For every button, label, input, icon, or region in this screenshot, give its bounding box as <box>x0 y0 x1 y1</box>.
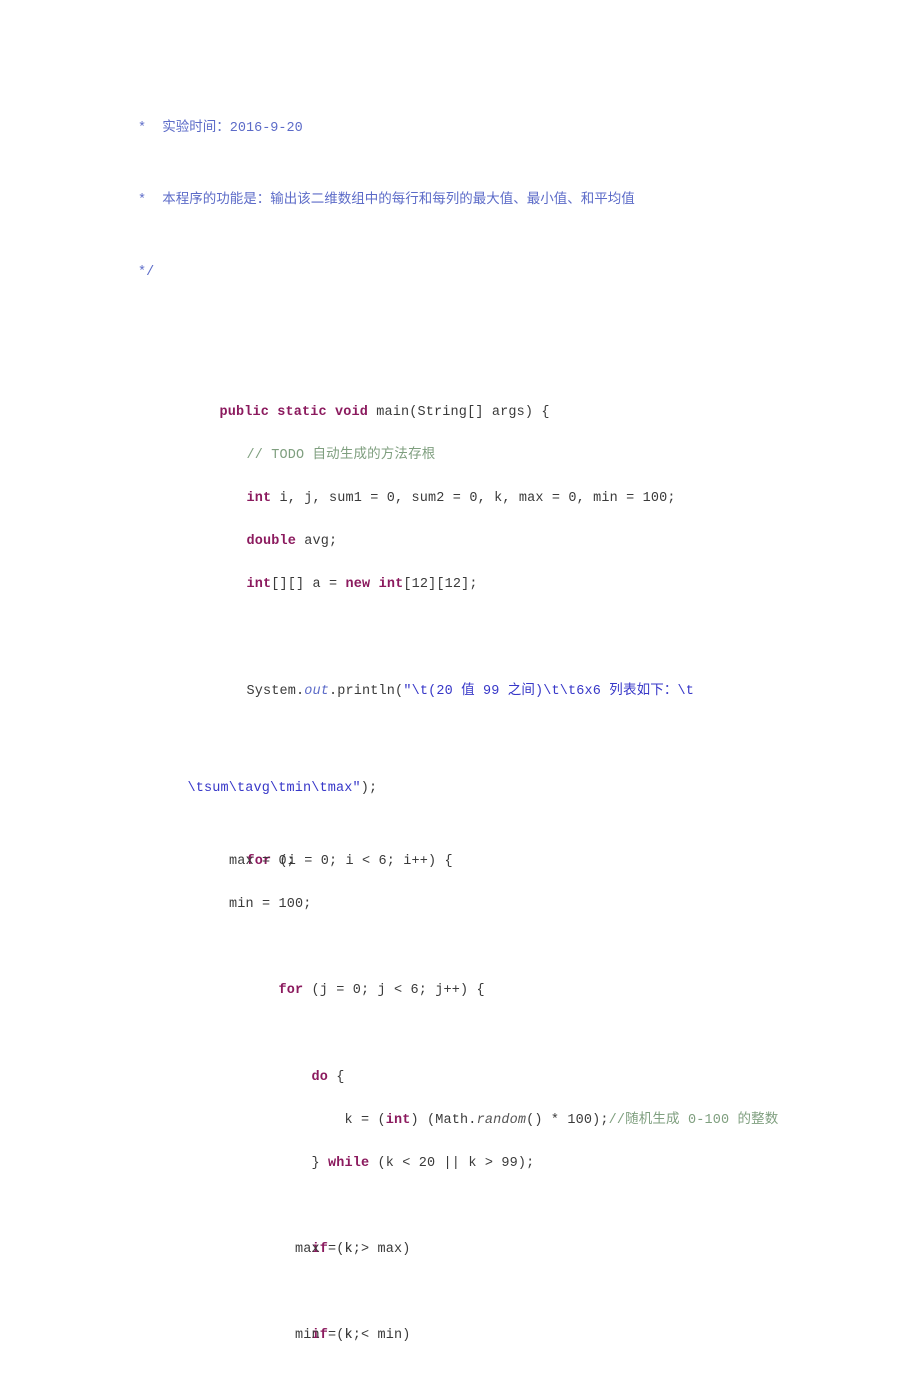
keyword-do: do <box>311 1070 329 1085</box>
random-assign-suffix: () * 100); <box>526 1113 609 1128</box>
keyword-new: new <box>345 577 371 592</box>
println-call-open: .println( <box>329 684 404 699</box>
keyword-double: double <box>246 534 297 549</box>
array-declaration-mid: [][] a = <box>271 577 346 592</box>
block-comment-line-experiment-date: * 实验时间：2016-9-20 <box>138 121 303 136</box>
code-line-if-max: if (k > max) <box>0 1185 920 1257</box>
keyword-int: int <box>246 491 272 506</box>
keyword-int-array: int <box>246 577 272 592</box>
keyword-public-static-void: public static void <box>219 405 369 420</box>
double-declaration-rest: avg; <box>296 534 338 549</box>
code-line-println-part1: System.out.println("\t(20 值 99 之间)\t\t6x… <box>0 627 920 756</box>
random-assign-mid: ) (Math. <box>410 1113 477 1128</box>
for-j-rest: (j = 0; j < 6; j++) { <box>303 983 485 998</box>
for-i-rest: (i = 0; i < 6; i++) { <box>271 854 453 869</box>
code-line-array-declaration: int[][] a = new int[12][12]; <box>0 520 920 592</box>
code-line-method-signature: public static void main(String[] args) { <box>0 348 920 420</box>
code-line-random-assign: k = (int) (Math.random() * 100);//随机生成 0… <box>0 1056 920 1128</box>
array-space <box>370 577 378 592</box>
println-prefix: System. <box>246 684 305 699</box>
line-spacer <box>0 149 920 180</box>
code-line-assign-min: min = k; <box>295 1328 362 1343</box>
random-assign-prefix: k = ( <box>344 1113 386 1128</box>
do-open-rest: { <box>328 1070 345 1085</box>
field-random: random <box>476 1113 527 1128</box>
array-declaration-rest: [12][12]; <box>403 577 478 592</box>
while-close-prefix: } <box>311 1156 329 1171</box>
string-literal-part1: "\t(20 值 99 之间)\t\t6x6 列表如下：\t <box>403 684 695 699</box>
line-comment-random-range: //随机生成 0-100 的整数 <box>608 1113 779 1128</box>
println-call-close: ); <box>360 781 378 796</box>
keyword-int-cast: int <box>385 1113 411 1128</box>
code-line-assign-max: max = k; <box>295 1242 362 1257</box>
while-close-rest: (k < 20 || k > 99); <box>369 1156 535 1171</box>
line-comment-todo: // TODO 自动生成的方法存根 <box>246 448 436 463</box>
code-line-max-reset: max = 0; <box>229 854 296 869</box>
line-spacer <box>0 221 920 252</box>
code-line-println-part2: \tsum\tavg\tmin\tmax"); <box>0 756 920 797</box>
block-comment-line-program-purpose: * 本程序的功能是：输出该二维数组中的每行和每列的最大值、最小值、和平均值 <box>138 193 635 208</box>
string-literal-part2: \tsum\tavg\tmin\tmax" <box>187 781 361 796</box>
top-spacer <box>0 0 920 108</box>
keyword-while: while <box>328 1156 370 1171</box>
code-line-int-declaration: int i, j, sum1 = 0, sum2 = 0, k, max = 0… <box>0 434 920 506</box>
code-line-if-min: if (k < min) <box>0 1271 920 1343</box>
code-line-min-reset: min = 100; <box>229 897 312 912</box>
keyword-for-inner: for <box>278 983 304 998</box>
block-comment-end: */ <box>138 265 155 280</box>
code-line-for-j: for (j = 0; j < 6; j++) { <box>0 926 920 998</box>
method-signature-rest: main(String[] args) { <box>368 405 550 420</box>
code-line-do-open: do { <box>0 1013 920 1085</box>
int-declaration-rest: i, j, sum1 = 0, sum2 = 0, k, max = 0, mi… <box>271 491 676 506</box>
java-source-listing: * 实验时间：2016-9-20 * 本程序的功能是：输出该二维数组中的每行和每… <box>0 0 920 1357</box>
field-out: out <box>304 684 330 699</box>
keyword-int-alloc: int <box>378 577 404 592</box>
document-page: * 实验时间：2016-9-20 * 本程序的功能是：输出该二维数组中的每行和每… <box>0 0 920 1343</box>
